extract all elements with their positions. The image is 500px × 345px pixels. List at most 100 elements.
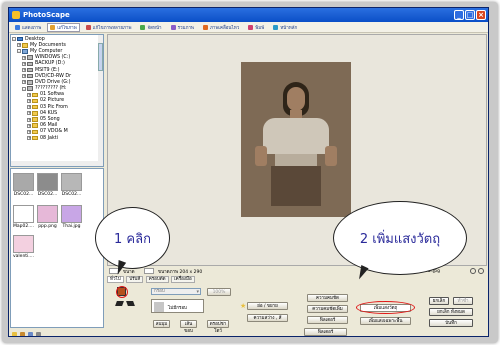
tab-general[interactable]: ทั่วไป: [107, 276, 124, 283]
folder-tree[interactable]: - Desktop + My Documents - My Computer + WINDOW…: [10, 34, 104, 167]
redo-button[interactable]: ทำซ้ำ: [453, 297, 473, 305]
thumbnail-item[interactable]: DSC02...: [61, 173, 82, 197]
tree-node-label: WINDOWS (C:): [35, 55, 71, 61]
resize-dropdown[interactable]: ย่อ / ขยาย: [247, 302, 288, 310]
minimize-button[interactable]: _: [454, 10, 464, 20]
expand-toggle-icon[interactable]: +: [27, 111, 31, 116]
desktop-icon: [17, 36, 23, 42]
menu-tab-7[interactable]: หน้าหลัก: [270, 23, 300, 32]
zoom-in-icon[interactable]: [470, 268, 476, 274]
folder-icon: [32, 92, 38, 98]
thumbnail-label: DSC02...: [61, 192, 82, 197]
layer-icon[interactable]: [115, 301, 124, 306]
highlight-circle: [116, 286, 128, 298]
menu-tab-icon: [248, 24, 254, 30]
thumbnail-item[interactable]: valenti....: [13, 235, 34, 259]
folder-icon: [32, 123, 38, 128]
save-button[interactable]: บันทึก: [429, 319, 473, 327]
undo-all-button[interactable]: ยกเลิก ทั้งหมด: [429, 308, 473, 316]
expand-toggle-icon[interactable]: -: [22, 86, 26, 91]
expand-toggle-icon[interactable]: +: [27, 98, 31, 103]
expand-toggle-icon[interactable]: +: [27, 92, 31, 97]
menu-tab-0[interactable]: แสดงภาพ: [12, 23, 44, 32]
folder-icon: [32, 117, 38, 122]
portrait-photo[interactable]: [241, 62, 351, 217]
expand-toggle-icon[interactable]: -: [17, 49, 21, 54]
maximize-button[interactable]: □: [465, 10, 475, 20]
layer-icon-2[interactable]: [126, 301, 135, 306]
zoom-out-icon[interactable]: [478, 268, 484, 274]
menu-tab-bar: แสดงภาพ แก้ไขภาพ แก้ไขภาพหลายภาพ จัดหน้า รวม…: [9, 22, 488, 33]
drop-shadow-button[interactable]: ดรอปชาโดว์: [207, 320, 229, 334]
menu-tab-label: รวมภาพ: [177, 25, 194, 31]
photo-waist: [275, 154, 317, 166]
folder-icon: [32, 111, 38, 116]
filter-dropdown[interactable]: ฟิลเตอร์: [307, 316, 348, 324]
annotation-bubble-click: 1 คลิก: [95, 207, 170, 269]
zoom-select[interactable]: [144, 268, 154, 274]
menu-tab-label: พิมพ์: [255, 25, 265, 31]
menu-tab-5[interactable]: ภาพเคลื่อนไหว: [200, 23, 242, 32]
thumbnail-item[interactable]: ppp.png: [37, 205, 58, 229]
round-corner-button[interactable]: ลบมุม: [153, 320, 170, 328]
star-icon[interactable]: [12, 331, 17, 336]
thumbnail-item[interactable]: Map02....: [13, 205, 34, 229]
expand-toggle-icon[interactable]: +: [22, 74, 26, 79]
sharpen-more-dropdown[interactable]: ความคมชัดเพิ่ม: [307, 305, 348, 313]
sharpen-dropdown[interactable]: ความคมชัด: [307, 294, 348, 302]
frame-name: ไม่มีกรอบ: [168, 306, 187, 311]
expand-toggle-icon[interactable]: +: [27, 123, 31, 128]
expand-toggle-icon[interactable]: -: [12, 37, 16, 42]
auto-level-button[interactable]: เพิ่มแสงเฉพาะพื้น: [360, 317, 411, 325]
menu-tab-label: หน้าหลัก: [280, 25, 298, 31]
favorite-star-icon[interactable]: ★: [240, 302, 246, 310]
menu-tab-2[interactable]: แก้ไขภาพหลายภาพ: [83, 23, 135, 32]
expand-toggle-icon[interactable]: +: [22, 80, 26, 85]
title-bar[interactable]: PhotoScape _ □ ×: [9, 8, 488, 22]
tree-horizontal-scrollbar[interactable]: [11, 161, 99, 166]
expand-toggle-icon[interactable]: +: [27, 117, 31, 122]
view-icon[interactable]: [36, 331, 41, 336]
menu-tab-icon: [85, 24, 91, 30]
frame-percent[interactable]: 100%: [207, 288, 231, 296]
tab-tools[interactable]: เครื่องมือ: [171, 276, 195, 283]
close-button[interactable]: ×: [476, 10, 486, 20]
scroll-thumb[interactable]: [98, 43, 103, 71]
expand-toggle-icon[interactable]: +: [17, 43, 21, 48]
menu-tab-6[interactable]: พิมพ์: [245, 23, 267, 32]
tree-vertical-scrollbar[interactable]: [98, 35, 103, 166]
border-button[interactable]: เส้นขอบ: [180, 320, 197, 334]
thumbnail-image: [13, 235, 34, 253]
tree-node-label: 01 Softwa: [40, 92, 64, 98]
expand-toggle-icon[interactable]: +: [27, 136, 31, 141]
frame-preview[interactable]: ไม่มีกรอบ: [151, 299, 204, 313]
app-icon: [12, 11, 20, 19]
expand-toggle-icon[interactable]: +: [27, 105, 31, 110]
thumbnail-item[interactable]: DSC02...: [37, 173, 58, 197]
tree-node-label: BACKUP (D:): [35, 61, 65, 67]
expand-toggle-icon[interactable]: +: [27, 129, 31, 134]
filter-dropdown-2[interactable]: ฟิลเตอร์: [304, 328, 347, 336]
expand-toggle-icon[interactable]: +: [22, 68, 26, 73]
folder-open-icon[interactable]: [20, 331, 25, 336]
menu-tab-1[interactable]: แก้ไขภาพ: [47, 22, 80, 32]
brightness-dropdown[interactable]: ความสว่าง , สี: [247, 314, 288, 322]
tab-crop[interactable]: ครอบตัด: [145, 276, 169, 283]
tree-node-label: 05 Song: [40, 117, 60, 123]
thumbnail-item[interactable]: Thai.jpg: [61, 205, 82, 229]
frame-thumb: [154, 302, 164, 312]
expand-toggle-icon[interactable]: +: [22, 61, 26, 66]
frame-dropdown[interactable]: กรอบ: [151, 288, 201, 295]
tree-node-label: 02 Picture: [40, 98, 65, 104]
thumbnail-item[interactable]: DSC02...: [13, 173, 34, 197]
undo-button[interactable]: ยกเลิก: [429, 297, 449, 305]
menu-tab-icon: [202, 24, 208, 30]
menu-tab-3[interactable]: จัดหน้า: [137, 23, 164, 32]
menu-tab-4[interactable]: รวมภาพ: [168, 23, 197, 32]
tree-node[interactable]: +08 Jakti: [12, 135, 103, 141]
refresh-icon[interactable]: [28, 331, 33, 336]
expand-toggle-icon[interactable]: +: [22, 55, 26, 60]
tab-color[interactable]: ปรับสี: [126, 276, 144, 283]
photo-arm-right: [325, 146, 337, 166]
image-size-label: ขนาดภาพ 204 x 290: [158, 269, 203, 275]
